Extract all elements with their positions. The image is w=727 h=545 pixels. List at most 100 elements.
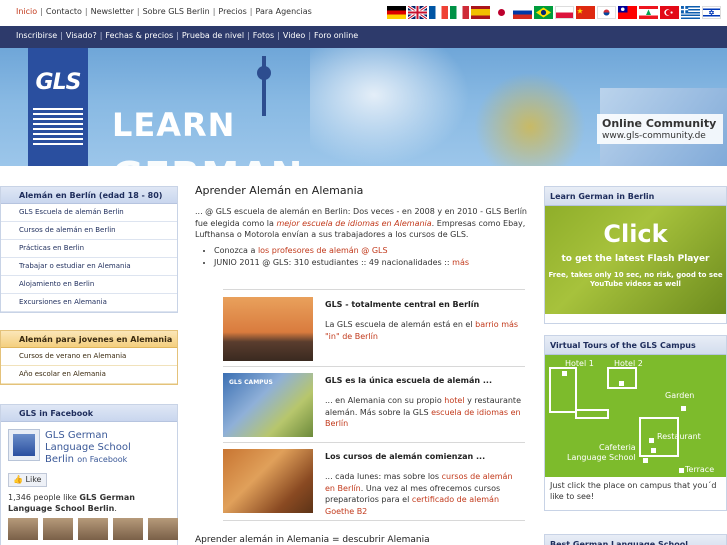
avatar[interactable]: [8, 518, 38, 540]
menu-item-escuela[interactable]: GLS Escuela de alemán Berlin: [1, 204, 177, 222]
flash-text: to get the latest Flash Player: [561, 254, 710, 264]
chinese-flag[interactable]: [576, 6, 595, 19]
article-text: ... cada lunes: mas sobre los cursos de …: [325, 471, 525, 517]
facebook-page-avatar[interactable]: [8, 429, 40, 461]
menu-item-excursiones[interactable]: Excursiones en Alemania: [1, 294, 177, 312]
map-marker[interactable]: [643, 458, 648, 463]
brazilian-flag[interactable]: [534, 6, 553, 19]
article-title[interactable]: GLS es la única escuela de alemán ...: [325, 376, 492, 385]
banner-decoration: [310, 48, 470, 166]
menu-item-trabajar[interactable]: Trabajar o estudiar en Alemania: [1, 258, 177, 276]
subnav-prueba-de-nivel[interactable]: Prueba de nivel: [182, 31, 244, 40]
students-image[interactable]: [223, 449, 313, 513]
menu-item-cursos-verano[interactable]: Cursos de verano en Alemania: [1, 348, 177, 366]
greek-flag[interactable]: [681, 6, 700, 19]
subnav-video[interactable]: Video: [283, 31, 305, 40]
map-label[interactable]: Restaurant: [657, 432, 701, 441]
profesores-link[interactable]: los profesores de alemán @ GLS: [258, 246, 388, 255]
separator: |: [136, 7, 140, 16]
gls-logo[interactable]: GLS: [28, 48, 88, 166]
menu-item-ano-escolar[interactable]: Año escolar en Alemania: [1, 366, 177, 384]
map-label[interactable]: Garden: [665, 391, 694, 400]
map-marker[interactable]: [562, 371, 567, 376]
list-item: Conozca a los profesores de alemán @ GLS: [214, 245, 530, 257]
polish-flag[interactable]: [555, 6, 574, 19]
subnav-fotos[interactable]: Fotos: [253, 31, 274, 40]
nav-para-agencias[interactable]: Para Agencias: [256, 7, 312, 16]
campus-map[interactable]: Hotel 1 Hotel 2 Garden Restaurant Cafete…: [545, 355, 726, 477]
mas-link[interactable]: más: [452, 258, 469, 267]
menu-heading: Alemán en Berlín (edad 18 - 80): [1, 187, 177, 204]
turkish-flag[interactable]: [660, 6, 679, 19]
people-count: 1,346 people like: [8, 493, 77, 502]
lebanese-flag[interactable]: [639, 6, 658, 19]
list-item: JUNIO 2011 @ GLS: 310 estudiantes :: 49 …: [214, 257, 530, 269]
subnav-visado[interactable]: Visado?: [66, 31, 97, 40]
map-marker[interactable]: [619, 381, 624, 386]
page-title: Aprender Alemán en Alemania: [195, 184, 364, 197]
avatar[interactable]: [78, 518, 108, 540]
berlin-skyline-image[interactable]: [223, 297, 313, 361]
map-marker[interactable]: [679, 468, 684, 473]
menu-item-alojamiento[interactable]: Alojamiento en Berlin: [1, 276, 177, 294]
german-flag[interactable]: [387, 6, 406, 19]
map-label[interactable]: Language School: [567, 453, 636, 462]
map-marker[interactable]: [651, 448, 656, 453]
italian-flag[interactable]: [450, 6, 469, 19]
taiwanese-flag[interactable]: [618, 6, 637, 19]
community-url: www.gls-community.de: [602, 131, 706, 141]
like-button[interactable]: 👍 Like: [8, 473, 48, 487]
israeli-flag[interactable]: [702, 6, 721, 19]
russian-flag[interactable]: [513, 6, 532, 19]
main-content: Aprender Alemán en Alemania ... @ GLS es…: [195, 184, 530, 269]
map-label[interactable]: Hotel 1: [565, 359, 594, 368]
top-nav: Inicio | Contacto | Newsletter | Sobre G…: [16, 7, 312, 16]
menu-item-practicas[interactable]: Prácticas en Berlin: [1, 240, 177, 258]
nav-contacto[interactable]: Contacto: [46, 7, 82, 16]
subnav-inscribirse[interactable]: Inscribirse: [16, 31, 57, 40]
gls-campus-image[interactable]: GLS CAMPUS: [223, 373, 313, 437]
map-label[interactable]: Hotel 2: [614, 359, 643, 368]
article-title[interactable]: GLS - totalmente central en Berlín: [325, 300, 479, 309]
map-marker[interactable]: [649, 438, 654, 443]
nav-newsletter[interactable]: Newsletter: [91, 7, 134, 16]
avatar[interactable]: [148, 518, 178, 540]
sub-nav-bar: Inscribirse | Visado? | Fechas & precios…: [0, 26, 727, 48]
article-text-part: La GLS escuela de alemán está en el: [325, 320, 476, 329]
click-text: Click: [603, 220, 668, 248]
separator: |: [60, 31, 63, 40]
map-marker[interactable]: [681, 406, 686, 411]
online-community-badge[interactable]: Online Community www.gls-community.de: [597, 114, 723, 144]
sub-nav: Inscribirse | Visado? | Fechas & precios…: [16, 31, 358, 40]
avatar[interactable]: [113, 518, 143, 540]
subnav-fechas-precios[interactable]: Fechas & precios: [105, 31, 173, 40]
facebook-page-name[interactable]: GLS German Language School Berlin on Fac…: [45, 430, 155, 466]
spanish-flag[interactable]: [471, 6, 490, 19]
nav-sobre-gls[interactable]: Sobre GLS Berlin: [143, 7, 210, 16]
flash-player-ad[interactable]: Click to get the latest Flash Player Fre…: [545, 206, 726, 314]
intro-link[interactable]: mejor escuela de idiomas en Alemania: [276, 219, 431, 228]
best-school-box: Best German Language School: [544, 534, 727, 545]
nav-inicio[interactable]: Inicio: [16, 7, 37, 16]
map-label[interactable]: Terrace: [685, 465, 714, 474]
menu-item-cursos[interactable]: Cursos de alemán en Berlin: [1, 222, 177, 240]
article-text: ... en Alemania con su propio hotel y re…: [325, 395, 525, 430]
divider: [223, 442, 525, 443]
nav-precios[interactable]: Precios: [218, 7, 246, 16]
separator: |: [176, 31, 179, 40]
avatar[interactable]: [43, 518, 73, 540]
article-title[interactable]: Los cursos de alemán comienzan ...: [325, 452, 485, 461]
top-bar: Inicio | Contacto | Newsletter | Sobre G…: [0, 0, 727, 24]
uk-flag[interactable]: [408, 6, 427, 19]
subnav-foro-online[interactable]: Foro online: [314, 31, 358, 40]
jovenes-menu: Alemán para jovenes en Alemania Cursos d…: [0, 330, 178, 385]
map-label[interactable]: Cafeteria: [599, 443, 636, 452]
thumbs-up-icon: 👍: [13, 475, 23, 484]
japanese-flag[interactable]: [492, 6, 511, 19]
korean-flag[interactable]: [597, 6, 616, 19]
separator: |: [308, 31, 312, 40]
hotel-link[interactable]: hotel: [444, 396, 464, 405]
separator: |: [84, 7, 88, 16]
french-flag[interactable]: [429, 6, 448, 19]
aleman-en-berlin-menu: Alemán en Berlín (edad 18 - 80) GLS Escu…: [0, 186, 178, 313]
